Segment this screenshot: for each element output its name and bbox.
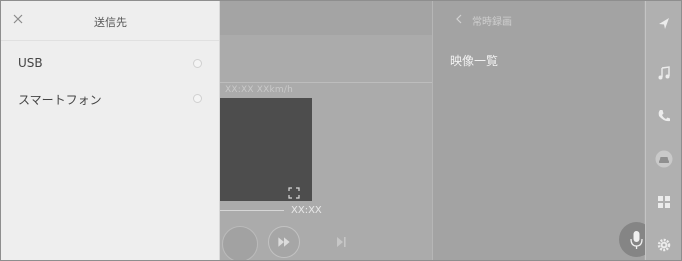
destination-label: スマートフォン [18, 93, 102, 107]
close-icon[interactable] [12, 13, 24, 25]
time-readout: XX:XX [291, 205, 322, 216]
fast-forward-button[interactable] [268, 226, 300, 258]
seek-bar[interactable] [220, 210, 284, 211]
chevron-left-icon[interactable] [454, 13, 464, 25]
apps-grid-icon[interactable] [655, 193, 673, 211]
skip-next-icon[interactable] [331, 234, 351, 250]
gear-icon[interactable] [655, 236, 673, 254]
video-list-panel: 常時録画 映像一覧 [432, 1, 654, 260]
phone-icon[interactable] [655, 107, 673, 125]
music-note-icon[interactable] [655, 64, 673, 82]
destination-option-smartphone[interactable]: スマートフォン [1, 91, 219, 129]
panel-title: 送信先 [94, 16, 127, 29]
expand-icon[interactable] [288, 187, 300, 199]
list-title: 常時録画 [472, 17, 512, 28]
side-icon-rail [645, 1, 681, 260]
pause-button[interactable] [222, 226, 258, 260]
panel-divider [219, 1, 220, 260]
radio-button[interactable] [193, 59, 202, 68]
car-icon[interactable] [655, 150, 673, 168]
speed-readout: XX:XX XXkm/h [225, 85, 294, 95]
destination-label: USB [18, 56, 43, 70]
panel-header: 送信先 [1, 1, 219, 41]
send-destination-panel: 送信先 USB スマートフォン [1, 1, 219, 260]
info-divider [217, 82, 432, 83]
video-thumbnail[interactable] [220, 98, 312, 201]
screen: XX:XX XXkm/h XX:XX 常時録画 映像一覧 送信先 USB スマー… [0, 0, 682, 261]
fast-forward-icon [278, 237, 290, 247]
list-heading: 映像一覧 [450, 54, 499, 68]
navigation-arrow-icon[interactable] [655, 15, 673, 33]
destination-option-usb[interactable]: USB [1, 56, 219, 94]
radio-button[interactable] [193, 94, 202, 103]
